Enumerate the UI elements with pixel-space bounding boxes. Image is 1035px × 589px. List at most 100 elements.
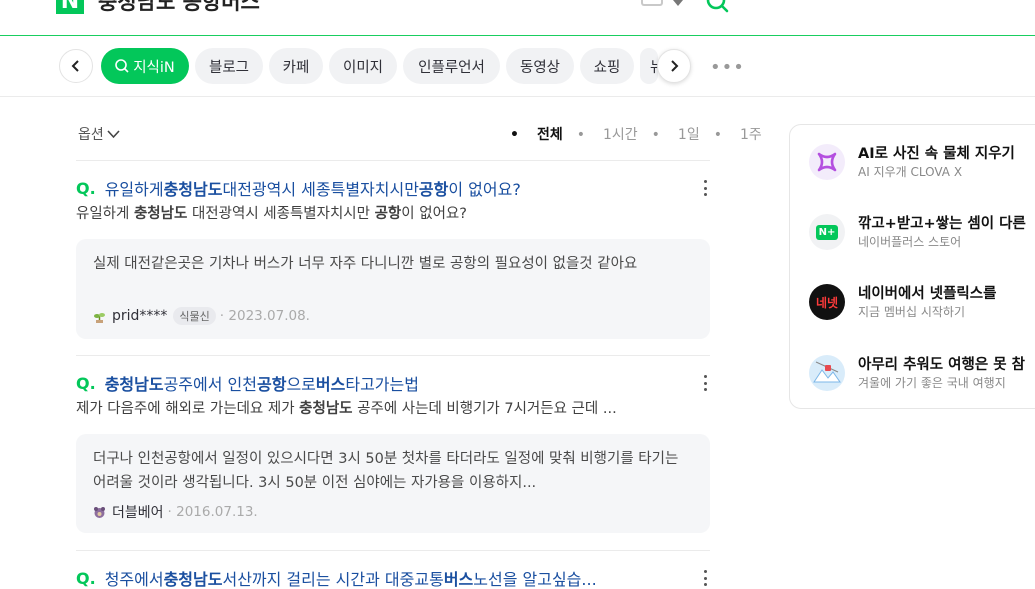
title-part: 서산까지 걸리는 시간과 대중교통 (222, 570, 444, 589)
author-name[interactable]: 더블베어 (112, 502, 164, 522)
title-part: 유일하게 (104, 180, 164, 199)
answer-date: · 2016.07.13. (167, 504, 258, 520)
promo-subtitle: 지금 멤버십 시작하기 (858, 305, 965, 319)
question-mark: Q. (76, 178, 96, 198)
sort-option-1day[interactable]: • 1일 (652, 124, 700, 144)
chevron-down-icon[interactable] (673, 0, 683, 6)
title-part: 청주에서 (104, 570, 164, 589)
promo-title: 아무리 추워도 여행은 못 참 (858, 357, 1025, 373)
tab-label: 카페 (282, 59, 310, 76)
tab-shopping[interactable]: 쇼핑 (580, 48, 634, 84)
title-highlight: 충청남도 (163, 570, 223, 589)
title-highlight: 버스 (315, 375, 346, 394)
answer-meta: prid**** 식물신 · 2023.07.08. (93, 307, 692, 325)
result-title-link[interactable]: Q. 유일하게 충청남도 대전광역시 세종특별자치시만 공항 이 없어요? (76, 177, 696, 200)
title-highlight: 공항 (418, 180, 449, 199)
promo-title: 깎고+받고+쌓는 셈이 다른 (858, 216, 1026, 232)
chevron-left-icon (71, 60, 79, 72)
sort-label: 1시간 (602, 127, 638, 143)
result-description[interactable]: 유일하게 충청남도 대전광역시 세종특별자치시만 공항이 없어요? (76, 202, 710, 223)
tab-label: 인플루언서 (418, 59, 485, 76)
result-card: Q. 유일하게 충청남도 대전광역시 세종특별자치시만 공항 이 없어요? 유일… (76, 177, 710, 339)
title-part: 공주에서 인천 (163, 375, 257, 394)
tab-label: 쇼핑 (593, 59, 621, 76)
answer-text: 실제 대전같은곳은 기차나 버스가 너무 자주 다니니깐 별로 공항의 필요성이… (93, 256, 638, 272)
tabs-prev-button[interactable] (59, 49, 93, 83)
tab-blog[interactable]: 블로그 (195, 48, 263, 84)
sort-option-all[interactable]: • 전체 (510, 124, 563, 144)
promo-subtitle: 겨울에 가기 좋은 국내 여행지 (858, 376, 1006, 390)
more-options-icon[interactable] (704, 375, 708, 391)
desc-part: 유일하게 (76, 206, 134, 222)
naver-logo[interactable]: N (56, 0, 84, 14)
search-query-text[interactable]: 충청남도 공항버스 (98, 0, 260, 16)
sort-filter: • 전체 • 1시간 • 1일 • 1주 (510, 124, 762, 144)
promo-subtitle: 네이버플러스 스토어 (858, 235, 962, 249)
result-description[interactable]: 제가 다음주에 해외로 가는데요 제가 충청남도 공주에 사는데 비행기가 7시… (76, 397, 710, 418)
options-label: 옵션 (78, 127, 104, 143)
title-highlight: 충청남도 (163, 180, 223, 199)
side-promo-item[interactable]: AI로 사진 속 물체 지우기 AI 지우개 CLOVA X (809, 142, 1035, 182)
side-promo-item[interactable]: 아무리 추워도 여행은 못 참 겨울에 가기 좋은 국내 여행지 (809, 353, 1035, 393)
keyboard-icon[interactable] (641, 0, 663, 6)
divider (76, 160, 710, 161)
travel-icon (809, 355, 845, 391)
netflix-icon-text: 네넷 (815, 295, 839, 310)
answer-preview[interactable]: 더구나 인천공항에서 일정이 있으시다면 3시 50분 첫차를 타더라도 일정에… (76, 434, 710, 533)
tabs-next-button[interactable] (657, 49, 691, 83)
chevron-down-icon (107, 129, 120, 138)
chevron-right-icon (671, 60, 679, 72)
clova-x-icon (809, 144, 845, 180)
title-highlight: 버스 (443, 570, 474, 589)
bear-avatar-icon (94, 506, 105, 518)
more-tabs-icon[interactable]: ••• (710, 57, 745, 78)
title-highlight: 충청남도 (104, 375, 164, 394)
desc-highlight: 공항 (374, 206, 402, 222)
desc-highlight: 충청남도 (133, 206, 188, 222)
promo-title: AI로 사진 속 물체 지우기 (858, 146, 1015, 162)
naver-plus-icon-text: N+ (815, 224, 839, 240)
tab-influencer[interactable]: 인플루언서 (403, 48, 500, 84)
tab-label: 동영상 (519, 59, 561, 76)
tab-jisikin[interactable]: 지식iN (101, 48, 189, 84)
more-options-icon[interactable] (704, 180, 708, 196)
divider (76, 355, 710, 356)
side-promo-item[interactable]: 네넷 네이버에서 넷플릭스를 지금 멤버십 시작하기 (809, 282, 1035, 322)
question-mark: Q. (76, 373, 96, 393)
title-part: 대전광역시 세종특별자치시만 (222, 180, 419, 199)
divider (76, 550, 710, 551)
netflix-icon: 네넷 (809, 284, 845, 320)
answer-date: · 2023.07.08. (219, 308, 310, 324)
search-icon[interactable] (706, 0, 730, 14)
tab-video[interactable]: 동영상 (506, 48, 574, 84)
search-tab-bar: 지식iN 블로그 카페 이미지 인플루언서 동영상 쇼핑 뉴 ••• (0, 37, 1035, 97)
answer-preview[interactable]: 실제 대전같은곳은 기차나 버스가 너무 자주 다니니깐 별로 공항의 필요성이… (76, 239, 710, 339)
sort-option-1week[interactable]: • 1주 (714, 124, 762, 144)
sort-label: 1주 (739, 127, 762, 143)
title-part: 타고가는법 (345, 375, 419, 394)
desc-part: 공주에 사는데 비행기가 7시거든요 근데 ... (352, 401, 617, 417)
desc-highlight: 충청남도 (299, 401, 353, 417)
search-icon (115, 59, 129, 73)
result-title-link[interactable]: Q. 청주에서 충청남도 서산까지 걸리는 시간과 대중교통 버스 노선을 알고… (76, 567, 696, 589)
desc-part: 제가 다음주에 해외로 가는데요 제가 (76, 401, 300, 417)
sort-option-1hour[interactable]: • 1시간 (577, 124, 638, 144)
answer-meta: 더블베어 · 2016.07.13. (93, 502, 692, 522)
more-options-icon[interactable] (704, 570, 708, 586)
sort-label: 전체 (536, 127, 563, 143)
search-header: N 충청남도 공항버스 (0, 0, 1035, 36)
title-highlight: 공항 (256, 375, 287, 394)
author-name[interactable]: prid**** (112, 308, 167, 324)
promo-subtitle: AI 지우개 CLOVA X (858, 165, 963, 179)
side-promo-item[interactable]: N+ 깎고+받고+쌓는 셈이 다른 네이버플러스 스토어 (809, 212, 1035, 252)
naver-plus-icon: N+ (809, 214, 845, 250)
result-title-link[interactable]: Q. 충청남도 공주에서 인천 공항 으로 버스 타고가는법 (76, 372, 696, 395)
tab-news[interactable]: 뉴 (640, 48, 658, 84)
date-text: 2016.07.13. (176, 504, 258, 520)
question-mark: Q. (76, 568, 96, 588)
tab-label: 블로그 (208, 59, 250, 76)
tab-image[interactable]: 이미지 (329, 48, 397, 84)
options-toggle[interactable]: 옵션 (78, 124, 120, 144)
author-badge: 식물신 (173, 307, 216, 325)
tab-cafe[interactable]: 카페 (269, 48, 323, 84)
